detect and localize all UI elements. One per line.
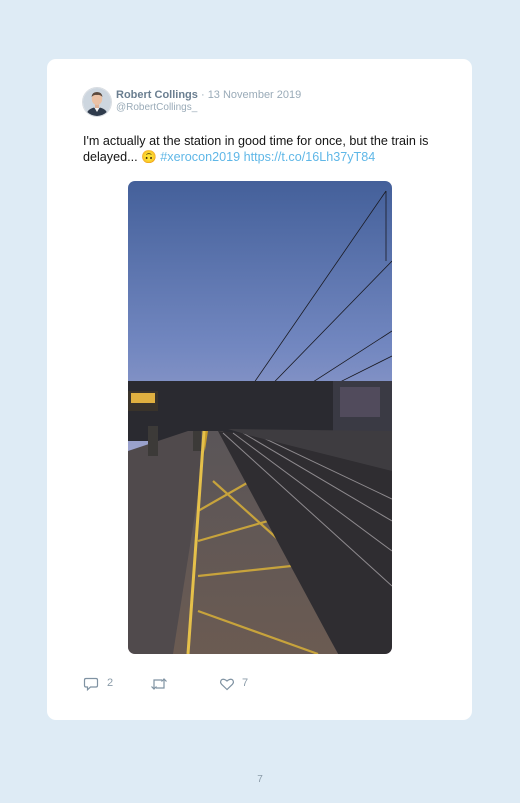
tweet-date[interactable]: 13 November 2019 xyxy=(208,89,302,101)
author-handle[interactable]: @RobertCollings_ xyxy=(116,102,197,114)
author-line: Robert Collings · 13 November 2019 xyxy=(116,89,301,102)
separator: · xyxy=(200,89,205,101)
reply-icon xyxy=(83,677,99,692)
tweet-card: Robert Collings · 13 November 2019 @Robe… xyxy=(47,59,472,720)
like-count: 7 xyxy=(242,677,249,689)
tweet-photo[interactable] xyxy=(128,181,392,654)
like-icon xyxy=(220,678,234,691)
author-name[interactable]: Robert Collings xyxy=(116,89,198,101)
tweet-text: I'm actually at the station in good time… xyxy=(83,133,453,165)
retweet-icon xyxy=(151,678,167,690)
reply-count: 2 xyxy=(107,677,114,689)
url-link[interactable]: https://t.co/16Lh37yT84 xyxy=(244,150,376,164)
avatar[interactable] xyxy=(82,87,112,117)
page-number: 7 xyxy=(257,774,263,785)
retweet-action[interactable] xyxy=(150,676,168,692)
hashtag-link[interactable]: #xerocon2019 xyxy=(160,150,240,164)
like-action[interactable]: 7 xyxy=(219,676,248,692)
reply-action[interactable]: 2 xyxy=(83,676,113,692)
